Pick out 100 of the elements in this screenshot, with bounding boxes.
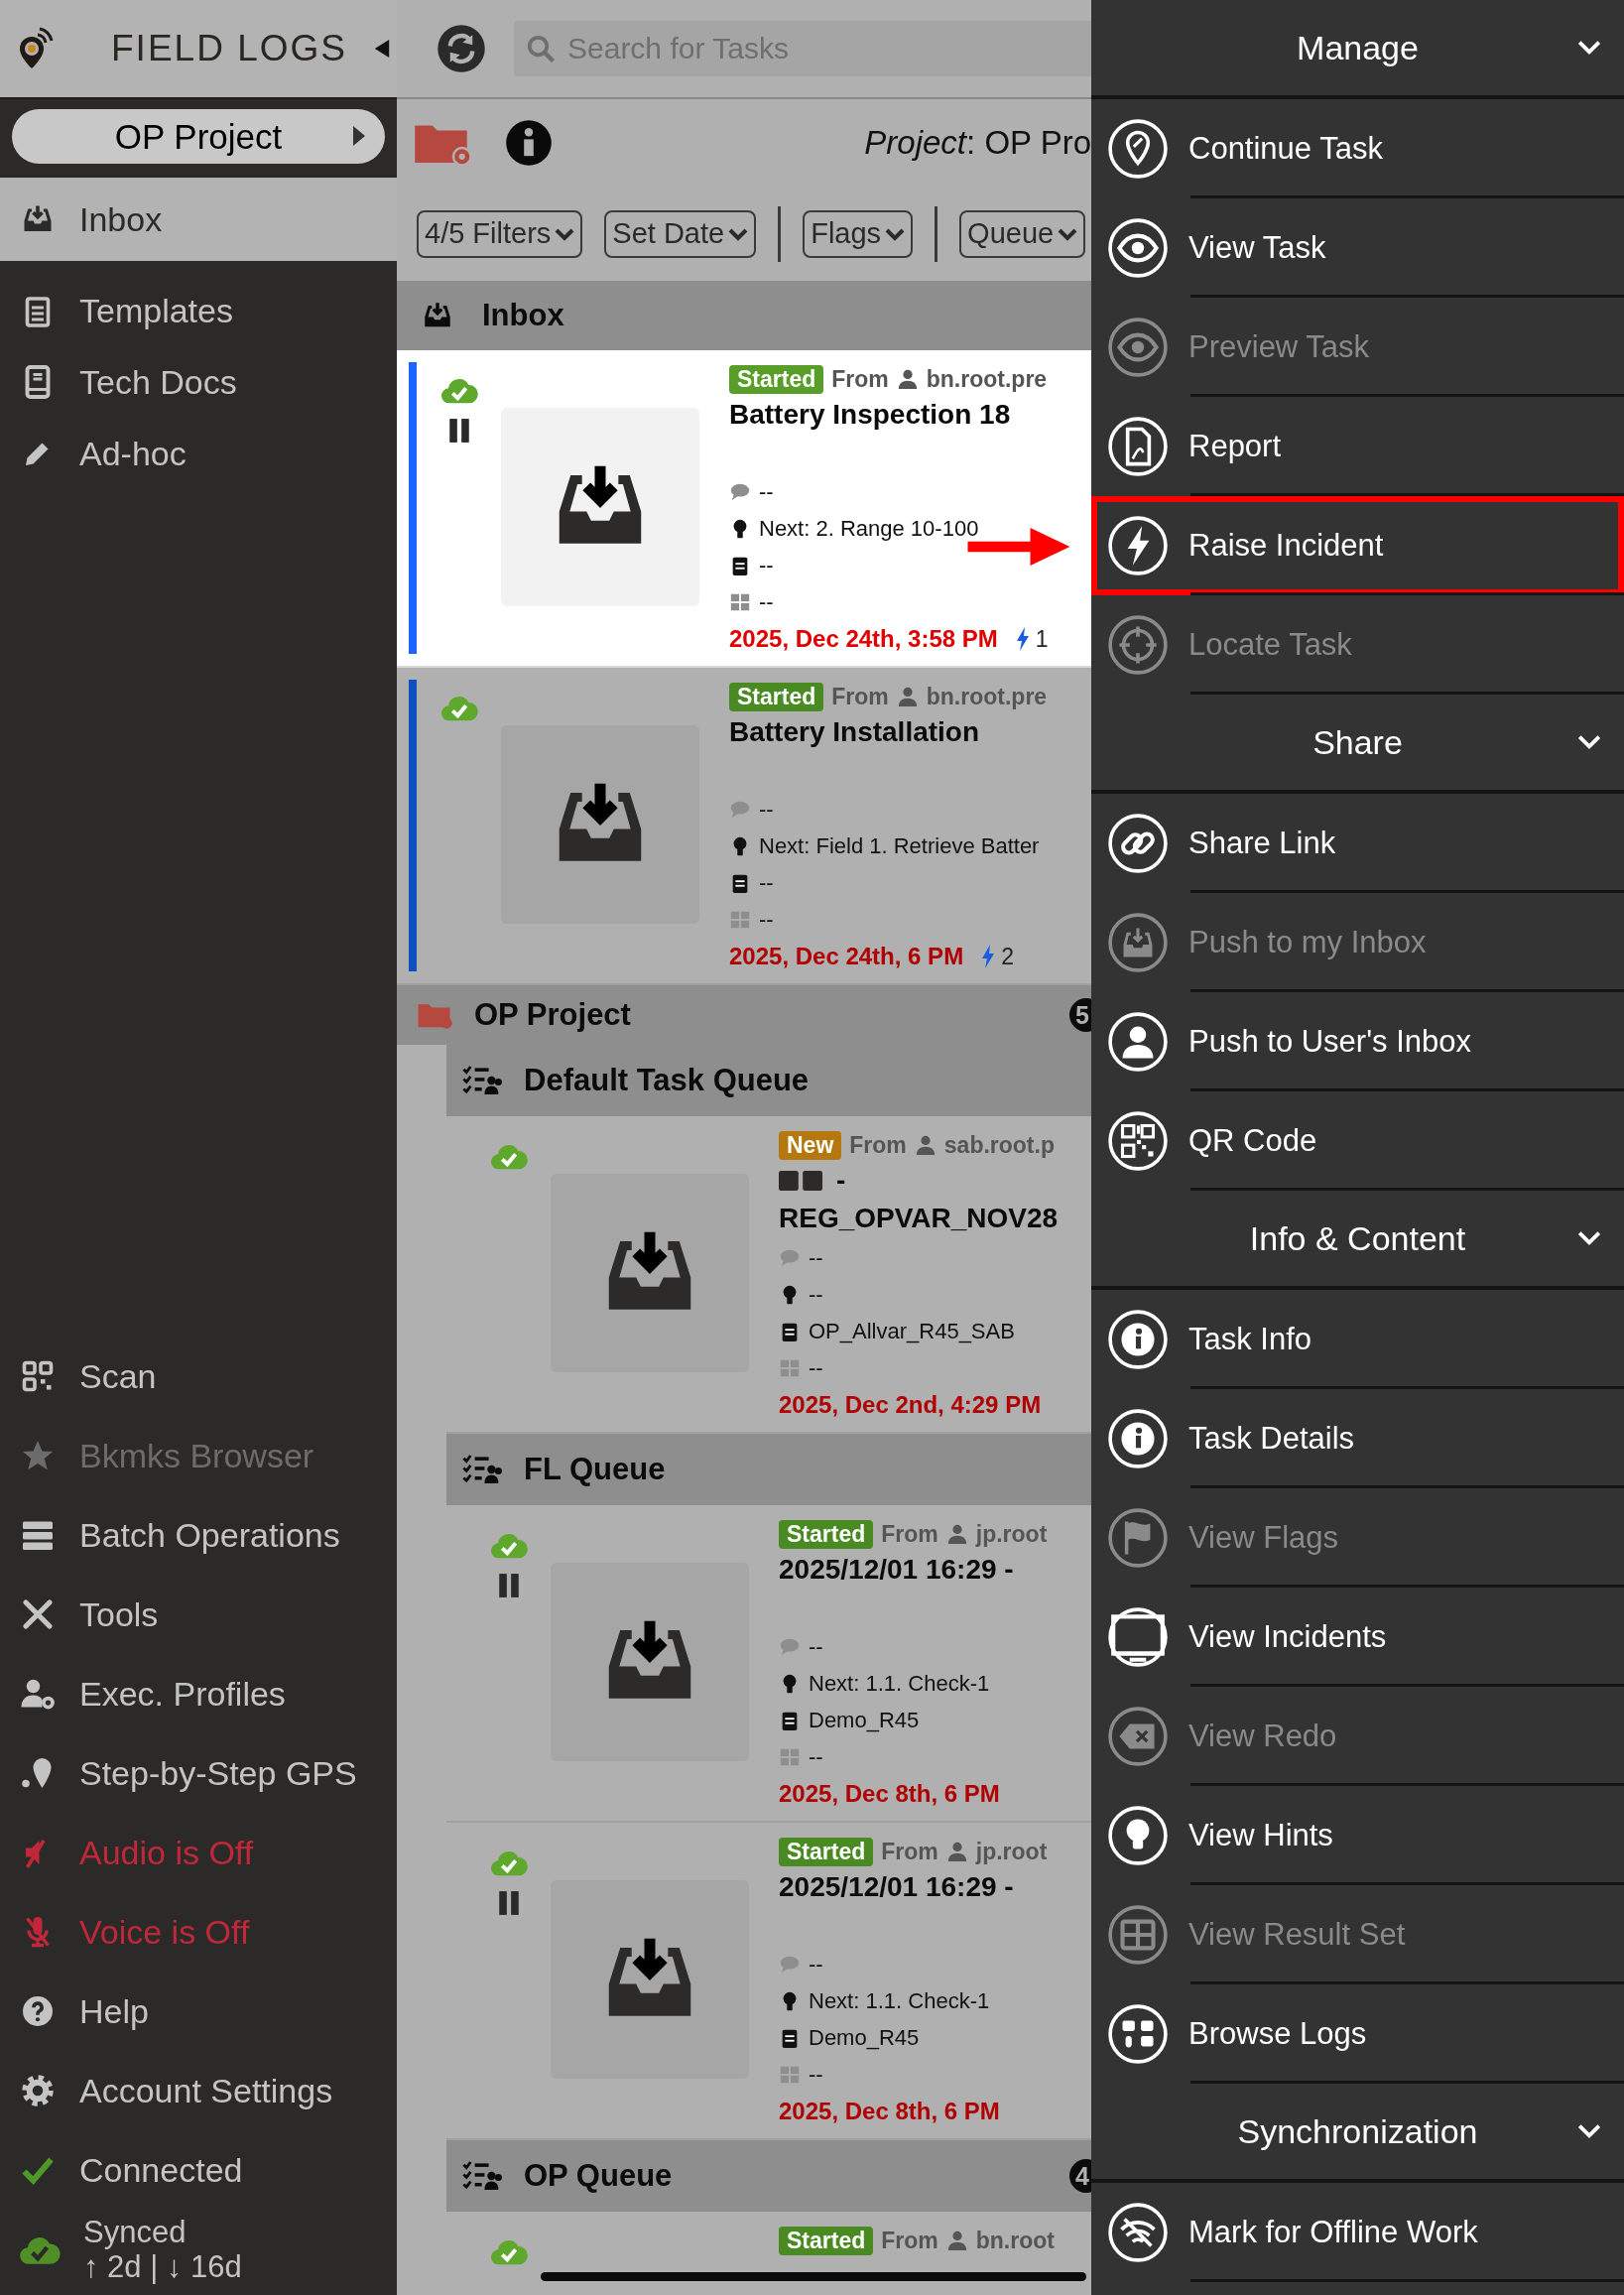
next-step: Next: 2. Range 10-100 xyxy=(759,515,979,542)
nav-item[interactable]: Inbox xyxy=(0,178,397,261)
next-step: Next: 1.1. Check-1 xyxy=(809,1670,990,1697)
from-label: From xyxy=(831,683,889,710)
result-set: -- xyxy=(809,1354,823,1381)
task-title: Battery Installation xyxy=(729,715,981,749)
filter-dropdown[interactable]: Set Date xyxy=(604,209,757,258)
eye-icon xyxy=(1107,217,1169,279)
nav-item[interactable]: Connected xyxy=(0,2130,397,2210)
settings-icon xyxy=(20,2073,56,2108)
from-label: From xyxy=(831,365,889,393)
section-title: OP Project xyxy=(474,997,631,1033)
link-icon xyxy=(1107,813,1169,874)
queue-title: Default Task Queue xyxy=(524,1063,810,1098)
task-date: 2025, Dec 24th, 6 PM xyxy=(729,943,964,970)
menu-item[interactable]: Raise Incident xyxy=(1091,496,1624,595)
next-step: Next: 1.1. Check-1 xyxy=(809,1987,990,2014)
nav-item[interactable]: Tools xyxy=(0,1575,397,1654)
queue-icon xyxy=(462,1453,504,1486)
template-name: Demo_R45 xyxy=(809,2024,920,2051)
task-title: Battery Inspection 18 xyxy=(729,398,1012,432)
incident-count: 1 xyxy=(1035,625,1049,653)
pause-icon[interactable] xyxy=(447,418,470,444)
info-icon xyxy=(1107,1309,1169,1370)
sender-name: jp.root xyxy=(975,1520,1048,1548)
map-pin-icon xyxy=(1107,118,1169,180)
queue-icon xyxy=(462,2159,504,2193)
queue-icon xyxy=(462,1064,504,1097)
chevron-down-icon xyxy=(1576,39,1602,57)
nav-item[interactable]: Help xyxy=(0,1972,397,2051)
comment-text: -- xyxy=(759,478,774,505)
comment-text: -- xyxy=(809,1633,823,1660)
app-name: FIELD LOGS xyxy=(111,28,347,69)
sync-age: ↑ 2d | ↓ 16d xyxy=(83,2249,242,2284)
incident-count: 2 xyxy=(1001,943,1014,970)
filter-dropdown[interactable]: Flags xyxy=(803,209,914,258)
nav-item[interactable]: Tech Docs xyxy=(0,346,397,418)
sender-name: jp.root xyxy=(975,1838,1048,1865)
media-icon xyxy=(1107,2003,1169,2065)
comment-text: -- xyxy=(759,796,774,823)
eye-icon xyxy=(1107,317,1169,378)
status-label: New xyxy=(779,1130,842,1160)
nav-item[interactable]: Templates xyxy=(0,275,397,346)
result-set: -- xyxy=(809,1743,823,1770)
queue-title: OP Queue xyxy=(524,2158,673,2194)
next-step: -- xyxy=(809,1281,823,1308)
template-name: -- xyxy=(759,869,774,896)
count-badge: 4 xyxy=(1069,2159,1091,2193)
pause-icon[interactable] xyxy=(497,1890,520,1916)
status-label: Started xyxy=(729,364,824,394)
user-icon xyxy=(945,1841,968,1862)
nav-item[interactable]: Scan xyxy=(0,1337,397,1416)
nav-item[interactable]: Account Settings xyxy=(0,2051,397,2130)
chevron-down-icon xyxy=(1576,733,1602,751)
nav-item[interactable]: Step-by-Step GPS xyxy=(0,1733,397,1813)
user-icon xyxy=(914,1134,937,1156)
qr-code-icon xyxy=(20,1358,56,1394)
pause-icon[interactable] xyxy=(497,1573,520,1598)
task-card[interactable]: Started From bn.root.pre Battery Inspection 18 -- Next: 2. Range 10-100 -- -- 2025, Dec 24th, 3:58 PM 1 xyxy=(397,350,1091,668)
crosshair-icon xyxy=(1107,614,1169,676)
grid-icon xyxy=(1107,1904,1169,1966)
task-date: 2025, Dec 2nd, 4:29 PM xyxy=(779,1391,1042,1419)
chevron-down-icon xyxy=(885,226,906,241)
nav-item[interactable]: Batch Operations xyxy=(0,1495,397,1575)
qr-code-icon xyxy=(1107,1110,1169,1172)
lightning-icon xyxy=(1107,515,1169,576)
filter-dropdown[interactable]: Queue xyxy=(959,209,1086,258)
count-badge: 5 xyxy=(1069,998,1091,1032)
project-selector[interactable]: OP Project xyxy=(12,109,385,164)
inbox-icon xyxy=(1107,912,1169,973)
nav-item[interactable]: Ad-hoc xyxy=(0,418,397,489)
lightning-icon xyxy=(981,945,996,968)
sender-name: sab.root.p xyxy=(943,1131,1055,1159)
task-title: 2025/12/01 16:29 - xyxy=(779,1870,1015,1904)
chevron-down-icon xyxy=(1058,226,1078,241)
from-label: From xyxy=(881,1838,938,1865)
document-icon xyxy=(1107,416,1169,477)
delete-key-icon xyxy=(1107,1706,1169,1767)
comment-text: -- xyxy=(809,1951,823,1977)
chevron-down-icon xyxy=(1576,1229,1602,1247)
info-icon xyxy=(1107,1408,1169,1469)
tools-icon xyxy=(20,1596,56,1632)
status-label: Started xyxy=(779,1519,874,1549)
nav-item[interactable]: Exec. Profiles xyxy=(0,1654,397,1733)
user-icon xyxy=(896,686,919,707)
sender-name: bn.root.pre xyxy=(926,683,1048,710)
refresh-icon[interactable] xyxy=(437,24,486,73)
result-set: -- xyxy=(809,2061,823,2088)
filter-dropdown[interactable]: 4/5 Filters xyxy=(417,209,583,258)
result-set: -- xyxy=(759,906,774,933)
help-icon xyxy=(20,1993,56,2029)
user-icon xyxy=(945,1523,968,1545)
task-title: - REG_OPVAR_NOV28 xyxy=(779,1164,1060,1235)
task-date: 2025, Dec 24th, 3:58 PM xyxy=(729,625,998,653)
person-icon xyxy=(1107,1011,1169,1073)
info-icon[interactable] xyxy=(505,119,553,167)
template-name: Demo_R45 xyxy=(809,1707,920,1733)
template-name: OP_Allvar_R45_SAB xyxy=(809,1318,1015,1344)
section-title: Inbox xyxy=(482,298,564,333)
template-name: -- xyxy=(759,552,774,578)
